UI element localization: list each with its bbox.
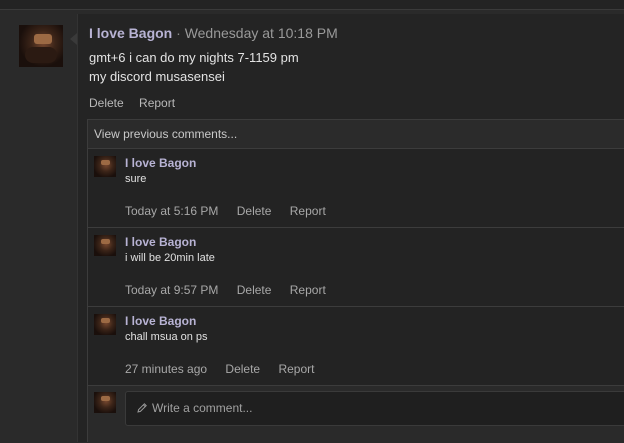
comment-time[interactable]: Today at 9:57 PM bbox=[125, 283, 218, 297]
post-report-link[interactable]: Report bbox=[139, 96, 175, 110]
view-previous-comments-link[interactable]: View previous comments... bbox=[88, 120, 624, 149]
comment-text: sure bbox=[125, 173, 147, 185]
comment-avatar[interactable] bbox=[94, 314, 116, 335]
comment-author[interactable]: I love Bagon bbox=[125, 235, 196, 249]
comment-text: chall msua on ps bbox=[125, 331, 208, 343]
comment-author[interactable]: I love Bagon bbox=[125, 156, 196, 170]
comment-item: I love Bagon chall msua on ps 27 minutes… bbox=[88, 307, 624, 386]
write-comment-row: Write a comment... bbox=[88, 386, 624, 443]
post-time[interactable]: Wednesday at 10:18 PM bbox=[185, 25, 338, 41]
pencil-icon bbox=[137, 403, 147, 413]
write-comment-input[interactable]: Write a comment... bbox=[125, 391, 624, 426]
post-author[interactable]: I love Bagon bbox=[89, 25, 172, 41]
comment-report-link[interactable]: Report bbox=[290, 283, 326, 297]
post-text-line-2: my discord musasensei bbox=[89, 69, 225, 84]
comments-section: View previous comments... I love Bagon s… bbox=[87, 119, 624, 443]
comment-meta: Today at 5:16 PM Delete Report bbox=[125, 204, 341, 218]
post-separator: · bbox=[176, 25, 181, 41]
comment-text: i will be 20min late bbox=[125, 252, 215, 264]
write-comment-placeholder: Write a comment... bbox=[152, 401, 253, 415]
comment-report-link[interactable]: Report bbox=[278, 362, 314, 376]
comment-time[interactable]: 27 minutes ago bbox=[125, 362, 207, 376]
top-bar bbox=[0, 0, 624, 10]
post-actions: Delete Report bbox=[89, 96, 187, 110]
comment-avatar[interactable] bbox=[94, 156, 116, 177]
comment-time[interactable]: Today at 5:16 PM bbox=[125, 204, 218, 218]
post-text-line-1: gmt+6 i can do my nights 7-1159 pm bbox=[89, 50, 299, 65]
post-delete-link[interactable]: Delete bbox=[89, 96, 124, 110]
comment-author[interactable]: I love Bagon bbox=[125, 314, 196, 328]
comment-avatar[interactable] bbox=[94, 235, 116, 256]
comment-delete-link[interactable]: Delete bbox=[237, 283, 272, 297]
comment-meta: Today at 9:57 PM Delete Report bbox=[125, 283, 341, 297]
comment-item: I love Bagon sure Today at 5:16 PM Delet… bbox=[88, 149, 624, 228]
comment-report-link[interactable]: Report bbox=[290, 204, 326, 218]
comment-delete-link[interactable]: Delete bbox=[237, 204, 272, 218]
speech-arrow bbox=[70, 33, 77, 45]
comment-delete-link[interactable]: Delete bbox=[225, 362, 260, 376]
post-header: I love Bagon · Wednesday at 10:18 PM bbox=[89, 25, 338, 41]
current-user-avatar bbox=[94, 392, 116, 413]
comment-meta: 27 minutes ago Delete Report bbox=[125, 362, 329, 376]
comment-item: I love Bagon i will be 20min late Today … bbox=[88, 228, 624, 307]
post-avatar[interactable] bbox=[19, 25, 63, 67]
